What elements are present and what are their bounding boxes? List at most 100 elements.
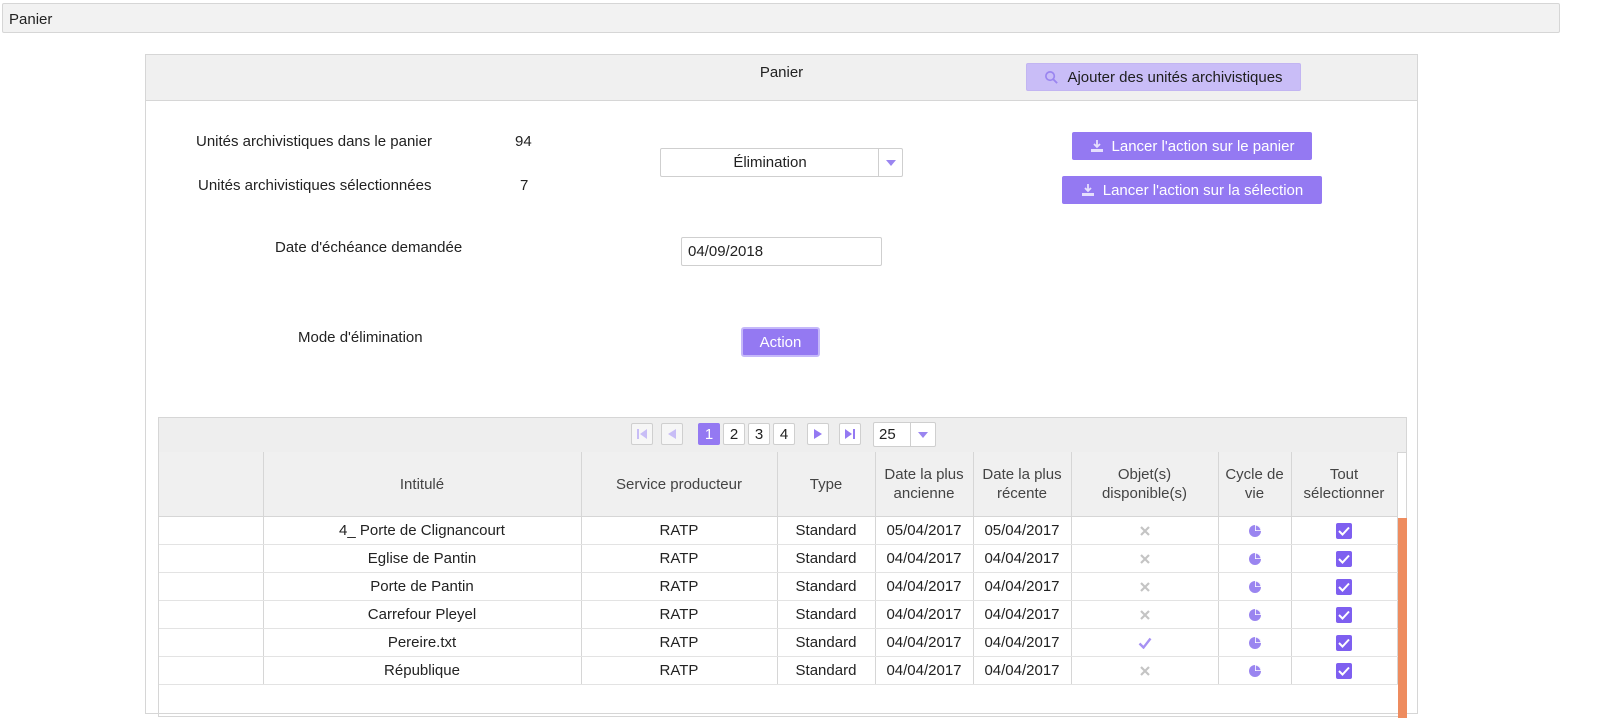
lifecycle-pie-icon — [1248, 525, 1261, 538]
checkbox-checked-icon[interactable] — [1336, 523, 1352, 540]
row-title: Eglise de Pantin — [263, 544, 582, 573]
row-newest-date: 04/04/2017 — [973, 544, 1072, 573]
row-blank-cell — [159, 656, 264, 685]
row-blank-cell — [159, 600, 264, 629]
due-date-label: Date d'échéance demandée — [275, 239, 463, 256]
row-title: Porte de Pantin — [263, 572, 582, 601]
chevron-down-icon[interactable] — [878, 149, 902, 176]
checkbox-checked-icon[interactable] — [1336, 551, 1352, 568]
row-objects — [1071, 656, 1219, 685]
action-type-value: Élimination — [733, 154, 807, 171]
results-grid: 1 2 3 4 25 Intitulé Service producteur T… — [158, 417, 1407, 718]
next-page-icon — [814, 429, 822, 439]
search-icon — [1045, 70, 1059, 84]
col-header-select-all[interactable]: Tout sélectionner — [1291, 452, 1398, 517]
elimination-action-button[interactable]: Action — [741, 327, 820, 357]
prev-page-button[interactable] — [661, 423, 683, 445]
row-title: Carrefour Pleyel — [263, 600, 582, 629]
table-scrollbar[interactable] — [1398, 518, 1407, 718]
download-icon — [1081, 184, 1094, 196]
row-oldest-date: 04/04/2017 — [875, 656, 974, 685]
row-lifecycle[interactable] — [1218, 600, 1292, 629]
page-button-4[interactable]: 4 — [773, 423, 795, 445]
prev-page-icon — [668, 429, 676, 439]
row-lifecycle[interactable] — [1218, 628, 1292, 657]
chevron-down-icon[interactable] — [910, 423, 935, 446]
add-units-button[interactable]: Ajouter des unités archivistiques — [1026, 63, 1301, 91]
col-header-producer[interactable]: Service producteur — [581, 452, 778, 517]
row-select[interactable] — [1291, 656, 1398, 685]
table-row[interactable]: 4_ Porte de Clignancourt RATP Standard 05/0… — [159, 516, 1398, 545]
col-header-objects: Objet(s) disponible(s) — [1071, 452, 1219, 517]
table-row[interactable]: Pereire.txt RATP Standard 04/04/2017 04/04/2… — [159, 628, 1398, 657]
lifecycle-pie-icon — [1248, 609, 1261, 622]
col-header-blank — [159, 452, 264, 517]
row-producer: RATP — [581, 600, 778, 629]
row-newest-date: 04/04/2017 — [973, 656, 1072, 685]
row-producer: RATP — [581, 656, 778, 685]
page-button-3[interactable]: 3 — [748, 423, 770, 445]
row-select[interactable] — [1291, 516, 1398, 545]
row-objects — [1071, 544, 1219, 573]
row-type: Standard — [777, 628, 876, 657]
next-page-button[interactable] — [807, 423, 829, 445]
col-header-newest-date[interactable]: Date la plus récente — [973, 452, 1072, 517]
cross-icon — [1139, 666, 1150, 676]
row-lifecycle[interactable] — [1218, 656, 1292, 685]
row-producer: RATP — [581, 544, 778, 573]
col-header-title[interactable]: Intitulé — [263, 452, 582, 517]
selected-label: Unités archivistiques sélectionnées — [198, 177, 432, 194]
table-row[interactable]: République RATP Standard 04/04/2017 04/04/20… — [159, 656, 1398, 685]
checkbox-checked-icon[interactable] — [1336, 579, 1352, 596]
first-page-icon — [637, 429, 647, 439]
run-on-selection-button[interactable]: Lancer l'action sur la sélection — [1062, 176, 1322, 204]
table-header-row: Intitulé Service producteur Type Date la… — [159, 452, 1398, 517]
col-header-type[interactable]: Type — [777, 452, 876, 517]
col-header-oldest-date[interactable]: Date la plus ancienne — [875, 452, 974, 517]
table-row[interactable]: Carrefour Pleyel RATP Standard 04/04/2017 04… — [159, 600, 1398, 629]
page-button-1[interactable]: 1 — [698, 423, 720, 445]
results-table: Intitulé Service producteur Type Date la… — [159, 452, 1398, 685]
last-page-button[interactable] — [839, 423, 861, 445]
table-row[interactable]: Eglise de Pantin RATP Standard 04/04/2017 04… — [159, 544, 1398, 573]
window-titlebar: Panier — [2, 3, 1560, 33]
cross-icon — [1139, 582, 1150, 592]
row-select[interactable] — [1291, 572, 1398, 601]
row-newest-date: 04/04/2017 — [973, 572, 1072, 601]
run-on-selection-label: Lancer l'action sur la sélection — [1102, 181, 1304, 199]
first-page-button[interactable] — [631, 423, 653, 445]
due-date-input[interactable] — [681, 237, 882, 266]
row-lifecycle[interactable] — [1218, 544, 1292, 573]
lifecycle-pie-icon — [1248, 581, 1261, 594]
row-type: Standard — [777, 572, 876, 601]
row-select[interactable] — [1291, 600, 1398, 629]
row-oldest-date: 05/04/2017 — [875, 516, 974, 545]
page-size-select[interactable]: 25 — [873, 422, 936, 447]
row-objects — [1071, 600, 1219, 629]
row-blank-cell — [159, 628, 264, 657]
row-select[interactable] — [1291, 544, 1398, 573]
row-lifecycle[interactable] — [1218, 572, 1292, 601]
add-units-label: Ajouter des unités archivistiques — [1067, 68, 1283, 86]
checkbox-checked-icon[interactable] — [1336, 607, 1352, 624]
table-row[interactable]: Porte de Pantin RATP Standard 04/04/2017 04/… — [159, 572, 1398, 601]
page-button-2[interactable]: 2 — [723, 423, 745, 445]
action-type-select[interactable]: Élimination — [660, 148, 903, 177]
checkbox-checked-icon[interactable] — [1336, 663, 1352, 680]
pagination-bar: 1 2 3 4 25 — [159, 418, 1406, 453]
run-on-basket-button[interactable]: Lancer l'action sur le panier — [1072, 132, 1312, 160]
lifecycle-pie-icon — [1248, 553, 1261, 566]
row-lifecycle[interactable] — [1218, 516, 1292, 545]
window-title: Panier — [9, 11, 53, 28]
checkbox-checked-icon[interactable] — [1336, 635, 1352, 652]
basket-panel: Panier Ajouter des unités archivistiques… — [145, 54, 1418, 718]
row-blank-cell — [159, 544, 264, 573]
row-select[interactable] — [1291, 628, 1398, 657]
check-icon — [1138, 637, 1151, 650]
row-type: Standard — [777, 544, 876, 573]
row-type: Standard — [777, 600, 876, 629]
cross-icon — [1139, 610, 1150, 620]
row-objects — [1071, 516, 1219, 545]
in-basket-count: 94 — [515, 133, 532, 150]
row-producer: RATP — [581, 572, 778, 601]
